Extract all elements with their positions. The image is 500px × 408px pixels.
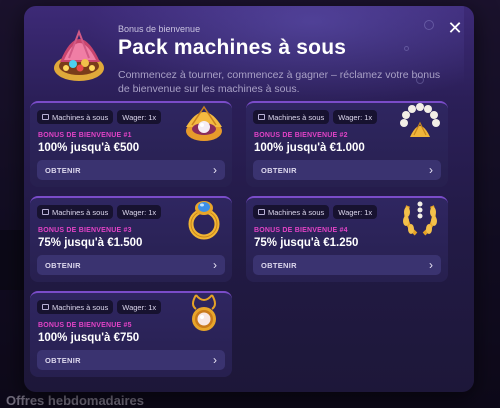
bonus-card-5: Machines à sous Wager: 1x BONUS DE BIENV…: [30, 291, 232, 377]
wager-tag: Wager: 1x: [117, 300, 162, 314]
bonus-value: 75% jusqu'à €1.250: [254, 237, 359, 249]
chevron-right-icon: ›: [213, 163, 217, 177]
category-tag: Machines à sous: [37, 205, 114, 219]
wager-tag: Wager: 1x: [333, 110, 378, 124]
obtain-button[interactable]: OBTENIR ›: [253, 255, 441, 275]
wager-tag: Wager: 1x: [117, 110, 162, 124]
obtain-button[interactable]: OBTENIR ›: [37, 255, 225, 275]
bonus-card-1: Machines à sous Wager: 1x BONUS DE BIENV…: [30, 101, 232, 187]
modal-subtitle: Bonus de bienvenue: [118, 24, 201, 34]
bubble-decoration: [424, 20, 434, 30]
chevron-right-icon: ›: [429, 163, 433, 177]
gold-ring-icon: [182, 198, 226, 240]
pearl-clam-icon: [182, 103, 226, 145]
bonus-card-3: Machines à sous Wager: 1x BONUS DE BIENV…: [30, 196, 232, 282]
chevron-right-icon: ›: [213, 353, 217, 367]
bonus-card-2: Machines à sous Wager: 1x BONUS DE BIENV…: [246, 101, 448, 187]
bonus-label: BONUS DE BIENVENUE #2: [254, 132, 348, 139]
bonus-label: BONUS DE BIENVENUE #3: [38, 227, 132, 234]
pearl-bracelet-icon: [398, 103, 442, 145]
bonus-label: BONUS DE BIENVENUE #4: [254, 227, 348, 234]
gold-wreath-icon: [398, 198, 442, 240]
category-tag: Machines à sous: [253, 110, 330, 124]
chevron-right-icon: ›: [429, 258, 433, 272]
bonus-label: BONUS DE BIENVENUE #5: [38, 322, 132, 329]
modal-title: Pack machines à sous: [118, 36, 347, 59]
modal-description: Commencez à tourner, commencez à gagner …: [118, 69, 441, 95]
bonus-value: 100% jusqu'à €500: [38, 142, 140, 154]
bonus-value: 75% jusqu'à €1.500: [38, 237, 143, 249]
slot-machine-icon: [42, 304, 49, 310]
slot-machine-icon: [42, 209, 49, 215]
category-tag: Machines à sous: [37, 110, 114, 124]
slot-machine-icon: [258, 114, 265, 120]
wager-tag: Wager: 1x: [333, 205, 378, 219]
category-tag: Machines à sous: [253, 205, 330, 219]
bubble-decoration: [404, 46, 409, 51]
obtain-button[interactable]: OBTENIR ›: [37, 350, 225, 370]
category-tag: Machines à sous: [37, 300, 114, 314]
wager-tag: Wager: 1x: [117, 205, 162, 219]
bonus-label: BONUS DE BIENVENUE #1: [38, 132, 132, 139]
obtain-button[interactable]: OBTENIR ›: [37, 160, 225, 180]
pearl-locket-icon: [182, 293, 226, 335]
bonus-card-4: Machines à sous Wager: 1x BONUS DE BIENV…: [246, 196, 448, 282]
obtain-button[interactable]: OBTENIR ›: [253, 160, 441, 180]
close-icon[interactable]: ✕: [446, 19, 464, 37]
bonus-value: 100% jusqu'à €750: [38, 332, 140, 344]
bonus-modal: ✕ Bonus de bienvenue Pack machines à sou…: [24, 6, 474, 392]
bonus-value: 100% jusqu'à €1.000: [254, 142, 365, 154]
slot-machine-icon: [258, 209, 265, 215]
chevron-right-icon: ›: [213, 258, 217, 272]
slot-machine-icon: [42, 114, 49, 120]
treasure-shell-icon: [50, 22, 108, 84]
